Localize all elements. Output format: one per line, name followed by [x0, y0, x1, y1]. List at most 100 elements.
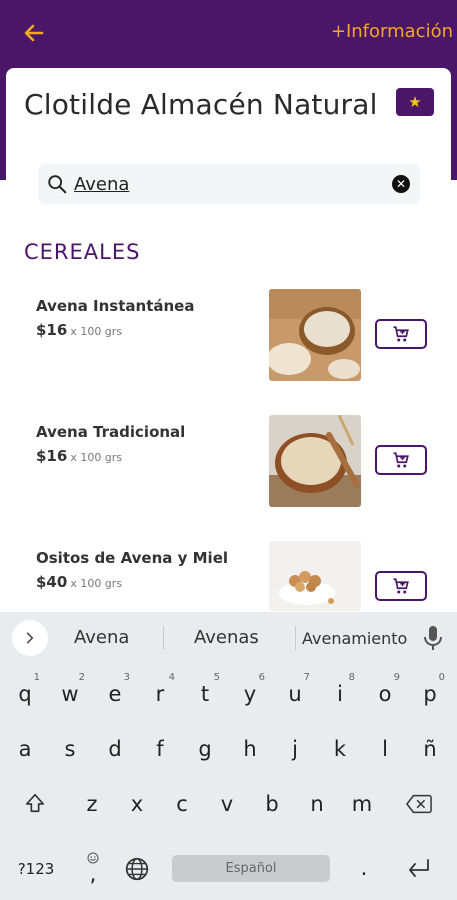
key-char: t [200, 682, 210, 706]
product-item: Avena Tradicional $16 x 100 grs [6, 415, 451, 523]
key-k[interactable]: k [319, 725, 361, 775]
key-m[interactable]: m [341, 780, 383, 830]
enter-icon [409, 859, 429, 877]
store-card: Clotilde Almacén Natural ★ ✕ CEREALES Av… [6, 68, 451, 628]
period-key[interactable]: . [343, 844, 385, 894]
back-button[interactable] [16, 18, 52, 48]
key-char: v [220, 792, 234, 816]
key-h[interactable]: h [229, 725, 271, 775]
key-char: k [333, 737, 347, 761]
key-char: d [108, 737, 122, 761]
key-char: x [130, 792, 144, 816]
key-w[interactable]: 2w [49, 670, 91, 720]
star-icon: ★ [408, 94, 422, 111]
price-value: $16 [36, 321, 68, 339]
add-to-cart-button[interactable] [375, 445, 427, 475]
key-u[interactable]: 7u [274, 670, 316, 720]
suggestion-divider [163, 626, 164, 650]
key-x[interactable]: x [116, 780, 158, 830]
key-n[interactable]: n [296, 780, 338, 830]
key-char: q [18, 682, 32, 706]
search-input[interactable] [74, 170, 374, 198]
suggestion-1[interactable]: Avena [74, 627, 129, 648]
key-p[interactable]: 0p [409, 670, 451, 720]
shift-key[interactable] [14, 780, 56, 830]
search-icon [48, 175, 67, 194]
cart-icon [393, 452, 409, 468]
product-item: Avena Instantánea $16 x 100 grs [6, 289, 451, 397]
key-char: o [378, 682, 392, 706]
key-z[interactable]: z [71, 780, 113, 830]
price-unit: x 100 grs [70, 577, 123, 590]
product-name: Avena Tradicional [36, 423, 186, 441]
search-bar[interactable]: ✕ [38, 164, 420, 204]
add-to-cart-button[interactable] [375, 571, 427, 601]
emoji-comma-key[interactable]: , [72, 844, 114, 894]
suggestion-3[interactable]: Avenamiento [302, 629, 407, 648]
cart-icon [393, 578, 409, 594]
cart-icon [393, 326, 409, 342]
key-char: w [61, 682, 79, 706]
key-i[interactable]: 8i [319, 670, 361, 720]
key-r[interactable]: 4r [139, 670, 181, 720]
clear-icon[interactable]: ✕ [392, 175, 410, 193]
key-y[interactable]: 6y [229, 670, 271, 720]
suggestion-divider [295, 626, 296, 650]
key-char: a [18, 737, 32, 761]
key-j[interactable]: j [274, 725, 316, 775]
key-char: y [243, 682, 257, 706]
key-char: c [176, 792, 188, 816]
key-char: i [337, 682, 343, 706]
suggestion-strip: Avena Avenas Avenamiento [0, 612, 457, 662]
arrow-left-icon [24, 24, 44, 42]
favorite-button[interactable]: ★ [396, 88, 434, 116]
shift-icon [25, 793, 45, 813]
add-to-cart-button[interactable] [375, 319, 427, 349]
key-char: b [265, 792, 279, 816]
key-char: n [310, 792, 324, 816]
key-a[interactable]: a [4, 725, 46, 775]
price-unit: x 100 grs [70, 451, 123, 464]
space-key[interactable]: Español [172, 855, 330, 882]
backspace-icon [405, 794, 432, 814]
key-o[interactable]: 9o [364, 670, 406, 720]
microphone-icon[interactable] [421, 624, 445, 652]
product-image[interactable] [269, 415, 361, 507]
language-key[interactable] [116, 844, 158, 894]
key-b[interactable]: b [251, 780, 293, 830]
expand-toolbar-button[interactable] [12, 620, 48, 656]
key-f[interactable]: f [139, 725, 181, 775]
key-v[interactable]: v [206, 780, 248, 830]
key-char: h [243, 737, 257, 761]
key-char: m [351, 792, 373, 816]
key-char: r [155, 682, 165, 706]
key-char: ñ [423, 737, 437, 761]
suggestion-2[interactable]: Avenas [194, 627, 259, 648]
product-price: $16 x 100 grs [36, 447, 122, 465]
key-char: p [423, 682, 437, 706]
backspace-key[interactable] [398, 780, 440, 830]
product-image[interactable] [269, 541, 361, 611]
key-char: s [64, 737, 76, 761]
key-enye[interactable]: ñ [409, 725, 451, 775]
enter-key[interactable] [398, 844, 440, 894]
key-g[interactable]: g [184, 725, 226, 775]
key-char: z [86, 792, 98, 816]
key-t[interactable]: 5t [184, 670, 226, 720]
price-value: $16 [36, 447, 68, 465]
key-e[interactable]: 3e [94, 670, 136, 720]
price-unit: x 100 grs [70, 325, 123, 338]
key-d[interactable]: d [94, 725, 136, 775]
product-name: Avena Instantánea [36, 297, 195, 315]
soft-keyboard: Avena Avenas Avenamiento 1q 2w 3e 4r 5t … [0, 612, 457, 900]
key-s[interactable]: s [49, 725, 91, 775]
key-q[interactable]: 1q [4, 670, 46, 720]
product-image[interactable] [269, 289, 361, 381]
key-char: j [292, 737, 298, 761]
info-link[interactable]: +Información [331, 21, 453, 42]
section-title: CEREALES [24, 240, 141, 264]
symbols-key[interactable]: ?123 [10, 844, 62, 894]
key-l[interactable]: l [364, 725, 406, 775]
product-name: Ositos de Avena y Miel [36, 549, 229, 567]
key-c[interactable]: c [161, 780, 203, 830]
